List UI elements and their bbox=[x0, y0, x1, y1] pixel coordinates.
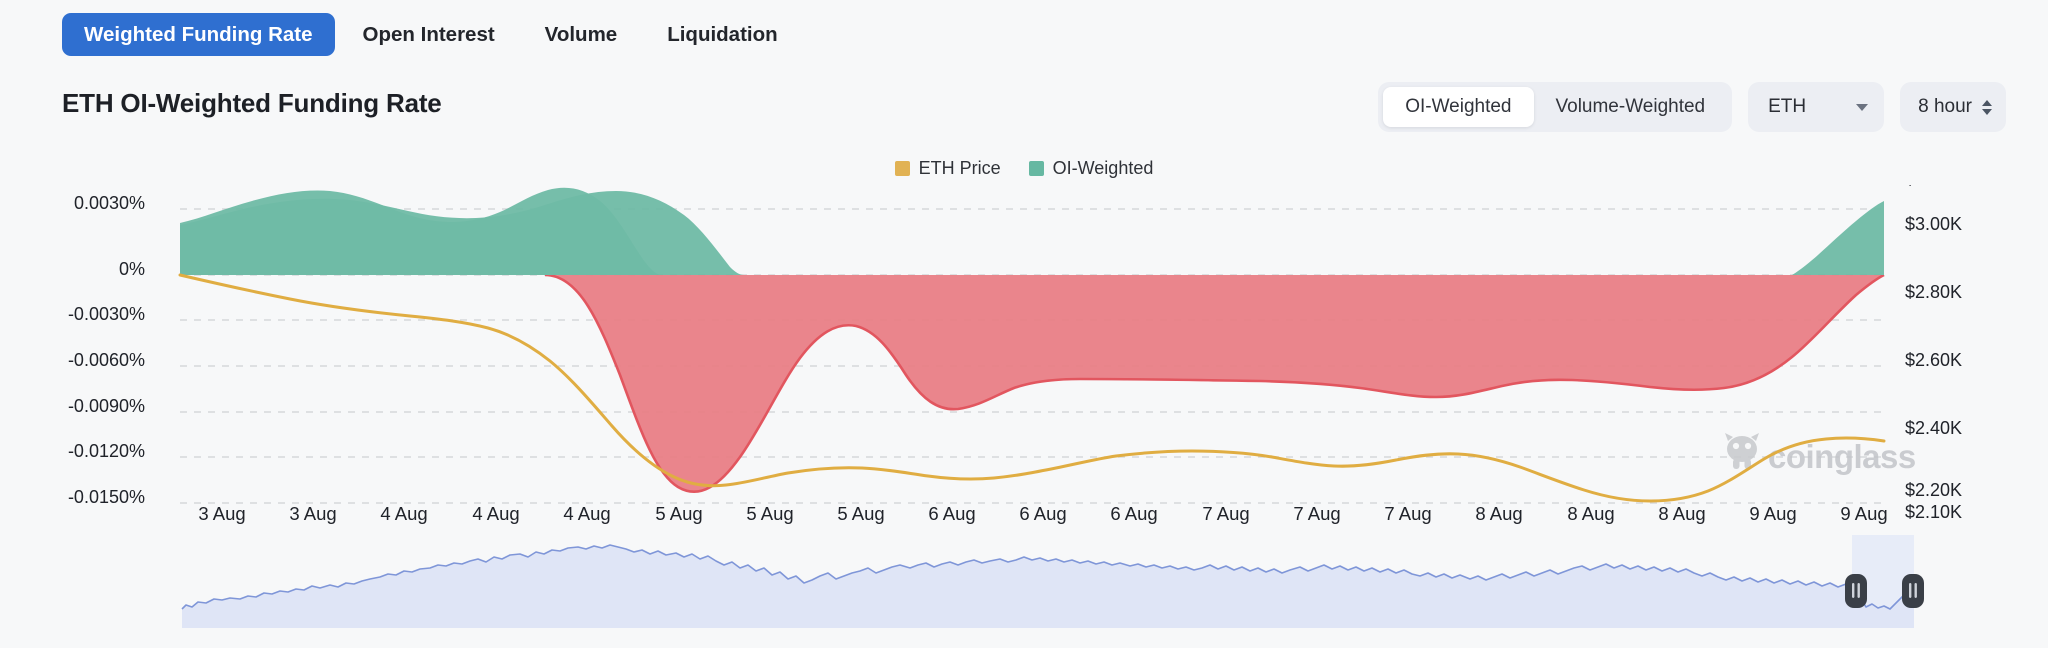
x-tick-label: 3 Aug bbox=[198, 503, 245, 524]
segment-volume-weighted[interactable]: Volume-Weighted bbox=[1534, 87, 1728, 127]
x-tick-label: 4 Aug bbox=[563, 503, 610, 524]
chart-legend: ETH Price OI-Weighted bbox=[0, 158, 2048, 179]
x-tick-label: 7 Aug bbox=[1293, 503, 1340, 524]
y-tick-label: -0.0120% bbox=[68, 441, 145, 461]
tab-open-interest[interactable]: Open Interest bbox=[341, 13, 517, 56]
legend-swatch-eth-price bbox=[894, 161, 910, 176]
tab-label: Liquidation bbox=[667, 22, 778, 46]
range-navigator[interactable] bbox=[0, 535, 2048, 648]
tab-liquidation[interactable]: Liquidation bbox=[645, 13, 799, 56]
navigator-svg bbox=[181, 535, 1924, 628]
tab-weighted-funding-rate[interactable]: Weighted Funding Rate bbox=[62, 13, 335, 56]
legend-item-eth-price[interactable]: ETH Price bbox=[894, 158, 1001, 179]
segment-oi-weighted[interactable]: OI-Weighted bbox=[1383, 87, 1534, 127]
interval-stepper[interactable]: 8 hour bbox=[1900, 82, 2006, 132]
legend-swatch-oi-weighted bbox=[1028, 161, 1044, 176]
interval-value: 8 hour bbox=[1918, 96, 1972, 117]
y2-tick-label: $3.20K bbox=[1905, 185, 1962, 189]
top-tabbar: Weighted Funding Rate Open Interest Volu… bbox=[62, 13, 800, 56]
page-title: ETH OI-Weighted Funding Rate bbox=[62, 88, 442, 118]
navigator-area bbox=[182, 545, 1914, 628]
x-tick-label: 4 Aug bbox=[380, 503, 427, 524]
funding-area-negative bbox=[180, 275, 1885, 493]
x-tick-label: 4 Aug bbox=[472, 503, 519, 524]
y2-tick-label: $2.20K bbox=[1905, 480, 1962, 500]
navigator-handle-left[interactable] bbox=[1845, 574, 1867, 608]
y2-tick-label: $2.40K bbox=[1905, 418, 1962, 438]
navigator-handle-right[interactable] bbox=[1902, 574, 1924, 608]
y-tick-label: -0.0090% bbox=[68, 396, 145, 416]
x-tick-label: 9 Aug bbox=[1840, 503, 1887, 524]
y2-tick-label: $3.00K bbox=[1905, 214, 1962, 234]
y-tick-label: 0.0030% bbox=[74, 193, 145, 213]
y-tick-label: -0.0150% bbox=[68, 487, 145, 507]
funding-positive-shapes bbox=[180, 187, 1884, 275]
tab-volume[interactable]: Volume bbox=[523, 13, 640, 56]
y2-tick-label: $2.60K bbox=[1905, 350, 1962, 370]
y2-tick-label: $2.10K bbox=[1905, 502, 1962, 522]
x-tick-label: 5 Aug bbox=[655, 503, 702, 524]
legend-label: ETH Price bbox=[918, 158, 1001, 178]
x-tick-label: 6 Aug bbox=[928, 503, 975, 524]
tab-label: Volume bbox=[544, 22, 618, 46]
chart-controls: OI-Weighted Volume-Weighted ETH 8 hour bbox=[1378, 82, 2006, 132]
legend-label: OI-Weighted bbox=[1052, 158, 1154, 178]
funding-rate-chart-panel: Weighted Funding Rate Open Interest Volu… bbox=[0, 0, 2048, 648]
symbol-select[interactable]: ETH bbox=[1748, 82, 1885, 132]
chevron-down-icon bbox=[1856, 103, 1869, 111]
tab-label: Open Interest bbox=[362, 22, 495, 46]
x-tick-label: 8 Aug bbox=[1658, 503, 1705, 524]
segment-label: OI-Weighted bbox=[1405, 96, 1512, 117]
tab-label: Weighted Funding Rate bbox=[84, 22, 313, 46]
x-axis: 3 Aug 3 Aug 4 Aug 4 Aug 4 Aug 5 Aug 5 Au… bbox=[198, 503, 1887, 524]
x-tick-label: 6 Aug bbox=[1019, 503, 1066, 524]
segment-label: Volume-Weighted bbox=[1555, 96, 1706, 117]
x-tick-label: 6 Aug bbox=[1110, 503, 1157, 524]
chart-plot-area[interactable]: coinglass 0.006 bbox=[0, 185, 2048, 535]
x-tick-label: 7 Aug bbox=[1384, 503, 1431, 524]
y2-tick-label: $2.80K bbox=[1905, 282, 1962, 302]
x-tick-label: 8 Aug bbox=[1475, 503, 1522, 524]
y-tick-label: 0% bbox=[119, 259, 145, 279]
funding-rate-svg: coinglass 0.006 bbox=[68, 185, 1962, 524]
y-tick-label: -0.0060% bbox=[68, 350, 145, 370]
weighting-segmented-control: OI-Weighted Volume-Weighted bbox=[1378, 82, 1733, 132]
x-tick-label: 9 Aug bbox=[1749, 503, 1796, 524]
symbol-select-value: ETH bbox=[1768, 96, 1807, 117]
x-tick-label: 5 Aug bbox=[837, 503, 884, 524]
y-tick-label: -0.0030% bbox=[68, 304, 145, 324]
x-tick-label: 5 Aug bbox=[746, 503, 793, 524]
up-down-stepper-icon bbox=[1982, 99, 1992, 115]
watermark-text: coinglass bbox=[1768, 438, 1916, 475]
x-tick-label: 8 Aug bbox=[1567, 503, 1614, 524]
y-axis-left: 0.0060% 0.0030% 0% -0.0030% -0.0060% -0.… bbox=[68, 193, 145, 507]
oi-positive-region-right bbox=[1792, 201, 1884, 275]
x-tick-label: 7 Aug bbox=[1202, 503, 1249, 524]
x-tick-label: 3 Aug bbox=[289, 503, 336, 524]
legend-item-oi-weighted[interactable]: OI-Weighted bbox=[1028, 158, 1154, 179]
